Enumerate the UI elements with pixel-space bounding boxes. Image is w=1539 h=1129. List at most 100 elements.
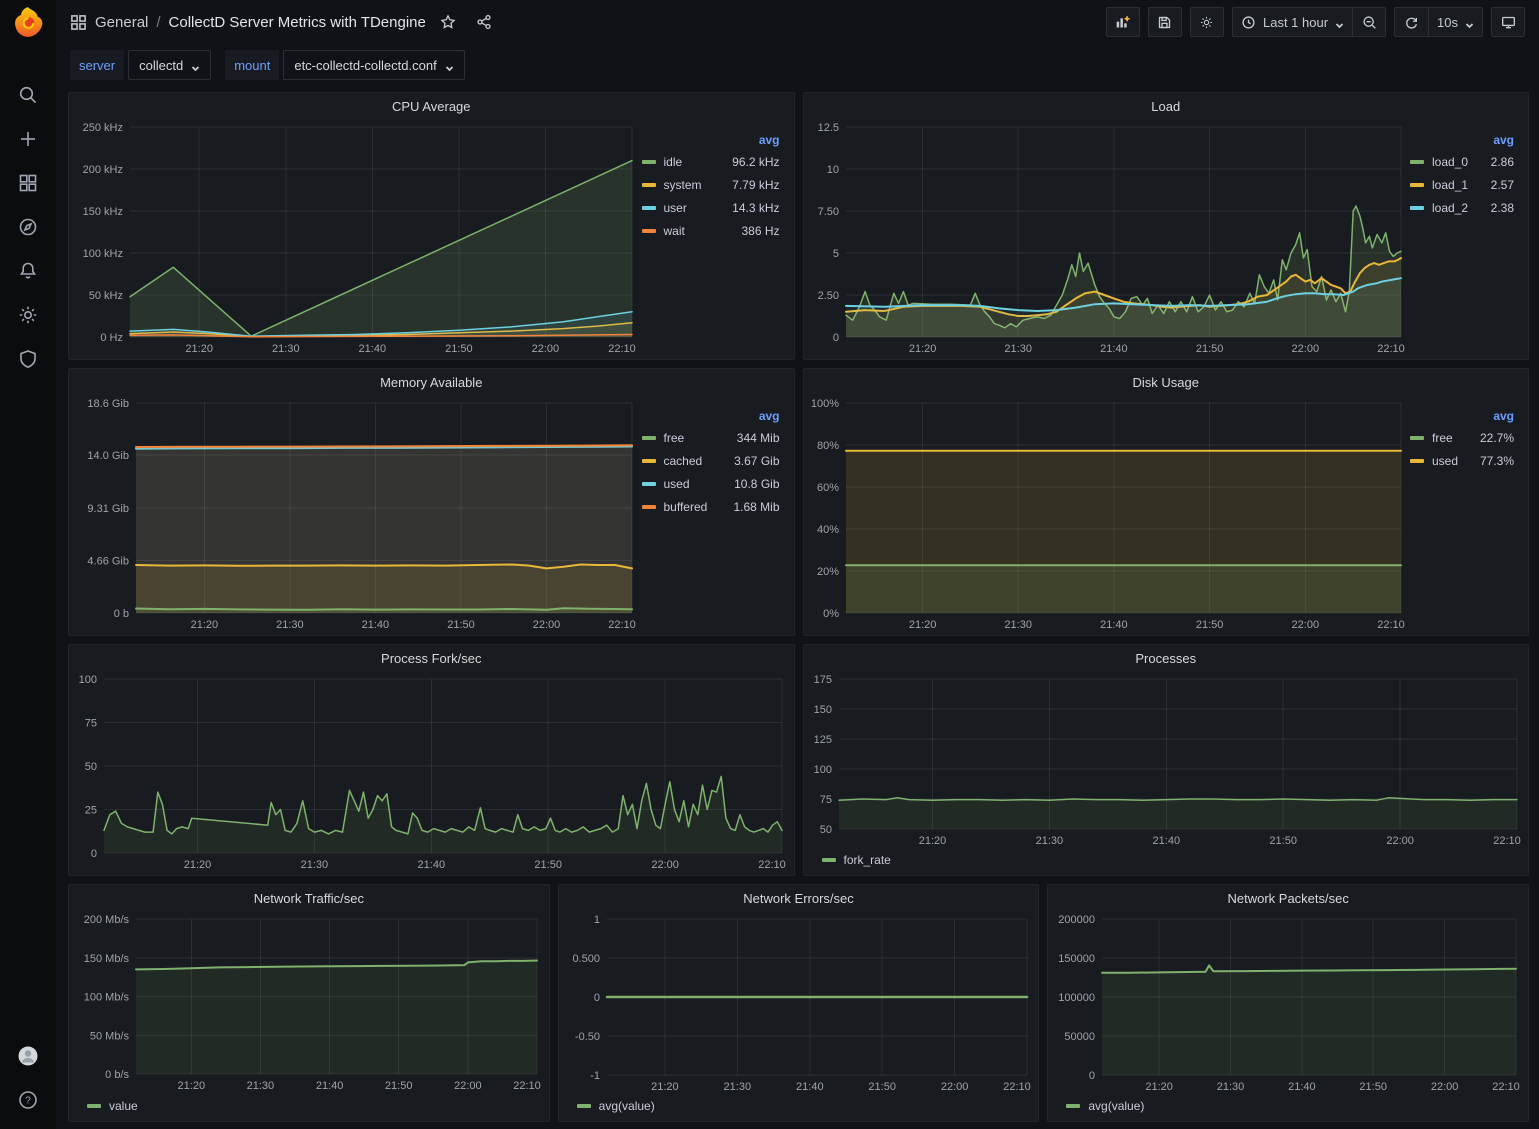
legend-network-errors: avg(value) bbox=[563, 1095, 1035, 1119]
legend-avg-header: avg bbox=[1410, 133, 1514, 147]
svg-text:21:30: 21:30 bbox=[301, 859, 329, 871]
svg-text:22:10: 22:10 bbox=[513, 1080, 541, 1092]
svg-text:100 Mb/s: 100 Mb/s bbox=[84, 992, 130, 1004]
legend-series-name[interactable]: free bbox=[1432, 431, 1480, 445]
add-panel-button[interactable] bbox=[1106, 7, 1140, 37]
legend-series-name[interactable]: user bbox=[664, 201, 733, 215]
svg-text:21:20: 21:20 bbox=[908, 343, 936, 355]
svg-text:21:50: 21:50 bbox=[1195, 619, 1223, 631]
panel-title-network-packets[interactable]: Network Packets/sec bbox=[1048, 885, 1528, 911]
admin-shield-icon[interactable] bbox=[17, 348, 39, 370]
legend-item[interactable]: load_12.57 bbox=[1410, 174, 1514, 196]
panel-processes: Processes 507510012515017521:2021:3021:4… bbox=[803, 644, 1530, 876]
series-color-swatch bbox=[87, 1104, 101, 1108]
legend-item[interactable]: avg(value) bbox=[1066, 1099, 1144, 1113]
star-icon[interactable] bbox=[434, 9, 462, 35]
series-color-swatch bbox=[642, 459, 656, 463]
legend-series-name[interactable]: free bbox=[664, 431, 737, 445]
time-range-picker[interactable]: Last 1 hour bbox=[1232, 7, 1352, 37]
svg-text:150: 150 bbox=[813, 704, 831, 716]
legend-item[interactable]: used77.3% bbox=[1410, 450, 1514, 472]
chart-process-fork[interactable]: 025507510021:2021:3021:4021:5022:0022:10 bbox=[73, 671, 790, 873]
svg-text:21:50: 21:50 bbox=[868, 1081, 896, 1093]
gear-icon bbox=[1199, 15, 1214, 30]
legend-series-name[interactable]: load_0 bbox=[1432, 155, 1491, 169]
legend-series-name[interactable]: load_2 bbox=[1432, 201, 1491, 215]
refresh-button[interactable] bbox=[1394, 7, 1428, 37]
help-icon[interactable]: ? bbox=[17, 1089, 39, 1111]
legend-item[interactable]: cached3.67 Gib bbox=[642, 450, 780, 472]
grafana-logo[interactable] bbox=[6, 0, 50, 44]
chart-network-traffic[interactable]: 0 b/s50 Mb/s100 Mb/s150 Mb/s200 Mb/s21:2… bbox=[73, 911, 545, 1095]
chart-cpu-average[interactable]: 0 Hz50 kHz100 kHz150 kHz200 kHz250 kHz21… bbox=[73, 119, 640, 357]
legend-series-name[interactable]: wait bbox=[664, 224, 742, 238]
legend-item[interactable]: system7.79 kHz bbox=[642, 174, 780, 196]
panel-title-cpu-average[interactable]: CPU Average bbox=[69, 93, 794, 119]
legend-item[interactable]: avg(value) bbox=[577, 1099, 655, 1113]
user-avatar[interactable] bbox=[17, 1045, 39, 1067]
dashboards-icon[interactable] bbox=[17, 172, 39, 194]
legend-item[interactable]: user14.3 kHz bbox=[642, 197, 780, 219]
svg-text:21:30: 21:30 bbox=[1217, 1081, 1245, 1093]
legend-item[interactable]: idle96.2 kHz bbox=[642, 151, 780, 173]
legend-item[interactable]: used10.8 Gib bbox=[642, 473, 780, 495]
legend-series-name[interactable]: idle bbox=[664, 155, 733, 169]
variable-server-value-dropdown[interactable]: collectd bbox=[128, 50, 211, 80]
svg-text:250 kHz: 250 kHz bbox=[83, 122, 123, 134]
legend-series-name[interactable]: used bbox=[1432, 454, 1480, 468]
share-icon[interactable] bbox=[470, 9, 498, 35]
svg-text:50000: 50000 bbox=[1065, 1031, 1096, 1043]
legend-item[interactable]: fork_rate bbox=[822, 853, 891, 867]
panel-title-processes[interactable]: Processes bbox=[804, 645, 1529, 671]
legend-series-name[interactable]: buffered bbox=[664, 500, 734, 514]
legend-item[interactable]: value bbox=[87, 1099, 138, 1113]
svg-text:50 kHz: 50 kHz bbox=[89, 290, 123, 302]
chart-network-errors[interactable]: -1-0.5000.500121:2021:3021:4021:5022:002… bbox=[563, 911, 1035, 1095]
panel-title-network-traffic[interactable]: Network Traffic/sec bbox=[69, 885, 549, 911]
svg-text:21:50: 21:50 bbox=[1360, 1081, 1388, 1093]
search-icon[interactable] bbox=[17, 84, 39, 106]
legend-series-name[interactable]: avg(value) bbox=[1088, 1099, 1144, 1113]
chart-memory-available[interactable]: 0 b4.66 Gib9.31 Gib14.0 Gib18.6 Gib21:20… bbox=[73, 395, 640, 633]
variable-mount-value-dropdown[interactable]: etc-collectd-collectd.conf bbox=[283, 50, 464, 80]
svg-text:21:20: 21:20 bbox=[1146, 1081, 1174, 1093]
legend-series-name[interactable]: value bbox=[109, 1099, 138, 1113]
svg-text:22:10: 22:10 bbox=[1377, 343, 1405, 355]
create-plus-icon[interactable] bbox=[17, 128, 39, 150]
save-dashboard-button[interactable] bbox=[1148, 7, 1182, 37]
legend-series-name[interactable]: system bbox=[664, 178, 733, 192]
chart-load[interactable]: 02.5057.501012.521:2021:3021:4021:5022:0… bbox=[808, 119, 1409, 357]
refresh-interval-dropdown[interactable]: 10s bbox=[1428, 7, 1483, 37]
legend-series-name[interactable]: used bbox=[664, 477, 735, 491]
zoom-out-button[interactable] bbox=[1352, 7, 1386, 37]
panel-title-process-fork[interactable]: Process Fork/sec bbox=[69, 645, 794, 671]
legend-item[interactable]: load_22.38 bbox=[1410, 197, 1514, 219]
legend-item[interactable]: free22.7% bbox=[1410, 427, 1514, 449]
svg-text:20%: 20% bbox=[816, 566, 838, 578]
panel-title-disk-usage[interactable]: Disk Usage bbox=[804, 369, 1529, 395]
alerting-bell-icon[interactable] bbox=[17, 260, 39, 282]
grafana-logo-icon bbox=[11, 5, 45, 39]
legend-series-name[interactable]: load_1 bbox=[1432, 178, 1491, 192]
legend-series-name[interactable]: avg(value) bbox=[599, 1099, 655, 1113]
legend-series-name[interactable]: cached bbox=[664, 454, 735, 468]
legend-item[interactable]: load_02.86 bbox=[1410, 151, 1514, 173]
legend-series-name[interactable]: fork_rate bbox=[844, 853, 891, 867]
legend-item[interactable]: wait386 Hz bbox=[642, 220, 780, 242]
legend-item[interactable]: free344 Mib bbox=[642, 427, 780, 449]
panel-title-network-errors[interactable]: Network Errors/sec bbox=[559, 885, 1039, 911]
legend-item[interactable]: buffered1.68 Mib bbox=[642, 496, 780, 518]
panel-title-memory-available[interactable]: Memory Available bbox=[69, 369, 794, 395]
panel-title-load[interactable]: Load bbox=[804, 93, 1529, 119]
cycle-view-mode-button[interactable] bbox=[1491, 7, 1525, 37]
chart-disk-usage[interactable]: 0%20%40%60%80%100%21:2021:3021:4021:5022… bbox=[808, 395, 1409, 633]
svg-text:21:40: 21:40 bbox=[1152, 835, 1180, 847]
breadcrumb-folder[interactable]: General bbox=[95, 14, 148, 31]
series-color-swatch bbox=[642, 183, 656, 187]
chart-processes[interactable]: 507510012515017521:2021:3021:4021:5022:0… bbox=[808, 671, 1525, 849]
dashboard-settings-button[interactable] bbox=[1190, 7, 1224, 37]
explore-compass-icon[interactable] bbox=[17, 216, 39, 238]
chart-network-packets[interactable]: 05000010000015000020000021:2021:3021:402… bbox=[1052, 911, 1524, 1095]
legend-series-value: 77.3% bbox=[1480, 454, 1514, 468]
configuration-gear-icon[interactable] bbox=[17, 304, 39, 326]
